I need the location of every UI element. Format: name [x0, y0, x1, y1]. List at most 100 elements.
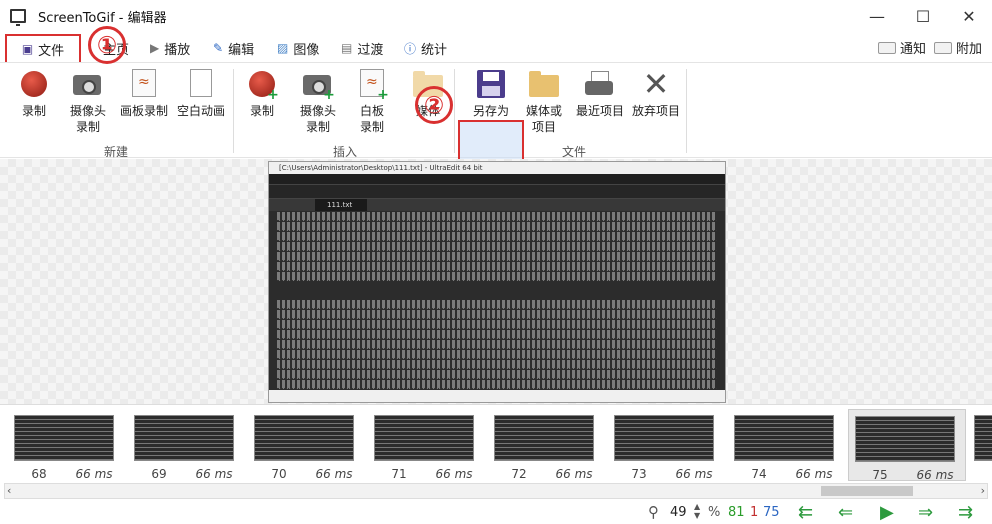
- discard-project-button[interactable]: ✕ 放弃项目: [628, 68, 684, 119]
- notify-button[interactable]: 通知: [878, 38, 926, 57]
- preview-text-line: [277, 272, 717, 281]
- group-separator: [233, 69, 234, 153]
- ribbon-tabs: ▣ 文件 主页 ▶ 播放 ✎ 编辑 ▨ 图像 ▤ 过渡 ⓘ 统计 通知 附加: [0, 34, 992, 64]
- preview-text-line: [277, 252, 717, 261]
- selected-count: 1: [750, 505, 759, 520]
- app-icon: [10, 9, 26, 26]
- scroll-left-icon[interactable]: ‹: [7, 484, 11, 497]
- preview-text-line: [277, 330, 717, 339]
- callout-step-1: ①: [88, 26, 126, 64]
- insert-webcam-button[interactable]: + 摄像头录制: [294, 69, 342, 135]
- notify-label: 通知: [900, 42, 927, 57]
- frame-thumbnail: [734, 415, 834, 461]
- tab-image-label: 图像: [293, 42, 320, 58]
- next-frame-icon[interactable]: ⇒: [918, 502, 933, 523]
- tab-transition-label: 过渡: [357, 42, 384, 58]
- tab-stats[interactable]: ⓘ 统计: [404, 36, 447, 60]
- frame-item-selected[interactable]: 75 66 ms: [848, 409, 966, 482]
- tab-file[interactable]: ▣ 文件: [5, 34, 81, 64]
- tab-transition[interactable]: ▤ 过渡: [341, 36, 383, 60]
- frame-item-partial[interactable]: [974, 409, 992, 481]
- new-record-button[interactable]: 录制: [18, 69, 50, 119]
- status-bar: ⚲ 49 ▲ ▼ % 81 1 75 ⇇ ⇐ ▶ ⇒ ⇉: [0, 500, 992, 524]
- attach-button[interactable]: 附加: [934, 38, 982, 57]
- new-webcam-label: 摄像头录制: [69, 104, 106, 134]
- frame-item[interactable]: 68 66 ms: [14, 409, 132, 481]
- tab-file-label: 文件: [38, 43, 65, 59]
- camera-plus-icon: +: [303, 69, 335, 102]
- play-icon[interactable]: ▶: [880, 502, 894, 523]
- ribbon-panel: 录制 摄像头录制 画板录制 空白动画 新建 + 录制 + 摄像头录制 + 白板录…: [0, 62, 992, 220]
- tab-play-label: 播放: [164, 42, 191, 58]
- frame-delay: 66 ms: [555, 467, 593, 481]
- previous-frame-icon[interactable]: ⇐: [838, 502, 853, 523]
- insert-board-button[interactable]: + 白板录制: [352, 69, 392, 135]
- preview-active-tab: 111.txt: [315, 199, 367, 211]
- zoom-unit: %: [708, 505, 721, 520]
- group-file-label: 文件: [562, 145, 587, 159]
- preview-text-line: [277, 340, 717, 349]
- save-as-button[interactable]: 另存为: [466, 69, 516, 119]
- zoom-stepper[interactable]: ▲ ▼: [694, 502, 700, 520]
- transition-icon: ▤: [341, 41, 353, 55]
- preview-text-line: [277, 380, 717, 389]
- open-media-button[interactable]: 媒体或项目: [522, 69, 566, 135]
- close-button[interactable]: ✕: [946, 0, 992, 32]
- new-webcam-button[interactable]: 摄像头录制: [62, 69, 114, 135]
- callout-step-2: ②: [415, 86, 453, 124]
- recent-icon: [585, 69, 615, 99]
- blank-page-icon: [186, 69, 216, 99]
- window-title: ScreenToGif - 编辑器: [38, 10, 167, 26]
- frame-thumbnail: [614, 415, 714, 461]
- frame-item[interactable]: 74 66 ms: [734, 409, 852, 481]
- minimize-button[interactable]: —: [854, 0, 900, 32]
- preview-window-title: [C:\Users\Administrator\Desktop\111.txt]…: [269, 162, 725, 174]
- group-separator: [454, 69, 455, 153]
- insert-record-button[interactable]: + 录制: [246, 69, 279, 119]
- recent-projects-button[interactable]: 最近项目: [572, 69, 628, 119]
- attachment-icon: [934, 41, 952, 54]
- maximize-button[interactable]: ☐: [900, 0, 946, 32]
- preview-text-line: [277, 350, 717, 359]
- frame-number: 74: [751, 467, 767, 481]
- scroll-right-icon[interactable]: ›: [981, 484, 985, 497]
- open-folder-icon: [529, 69, 559, 99]
- frame-item[interactable]: 72 66 ms: [494, 409, 612, 481]
- group-separator: [686, 69, 687, 153]
- preview-statusbar: [269, 390, 725, 402]
- play-icon: ▶: [150, 41, 160, 55]
- frame-delay: 66 ms: [315, 467, 353, 481]
- frame-item[interactable]: 70 66 ms: [254, 409, 372, 481]
- frame-thumbnail: [974, 415, 992, 461]
- frame-item[interactable]: 71 66 ms: [374, 409, 492, 481]
- frame-number: 75: [872, 468, 888, 482]
- record-icon: [19, 69, 49, 99]
- frame-number: 70: [271, 467, 287, 481]
- frame-number: 72: [511, 467, 527, 481]
- group-new-label: 新建: [104, 145, 129, 159]
- frame-delay: 66 ms: [795, 467, 833, 481]
- frame-strip: 68 66 ms 69 66 ms 70 66 ms 71 66 ms 72 6…: [0, 404, 992, 483]
- frame-thumbnail: [374, 415, 474, 461]
- preview-text-line: [277, 242, 717, 251]
- tab-image[interactable]: ▨ 图像: [277, 36, 319, 60]
- frame-strip-scrollbar[interactable]: ‹ ›: [4, 483, 988, 499]
- tab-play[interactable]: ▶ 播放: [150, 36, 190, 60]
- tab-edit-label: 编辑: [228, 42, 255, 58]
- zoom-input[interactable]: 49: [670, 505, 687, 520]
- first-frame-icon[interactable]: ⇇: [798, 502, 813, 523]
- last-frame-icon[interactable]: ⇉: [958, 502, 973, 523]
- preview-text-line: [277, 232, 717, 241]
- frame-thumbnail: [494, 415, 594, 461]
- attach-label: 附加: [956, 42, 983, 57]
- frame-item[interactable]: 73 66 ms: [614, 409, 732, 481]
- notification-icon: [878, 41, 896, 54]
- discard-project-label: 放弃项目: [631, 104, 680, 118]
- frame-item[interactable]: 69 66 ms: [134, 409, 252, 481]
- new-board-button[interactable]: 画板录制: [116, 69, 172, 119]
- tab-edit[interactable]: ✎ 编辑: [213, 36, 254, 60]
- scroll-thumb[interactable]: [821, 486, 913, 496]
- new-blank-button[interactable]: 空白动画: [173, 69, 229, 119]
- frame-thumbnail: [855, 416, 955, 462]
- insert-record-label: 录制: [249, 104, 274, 118]
